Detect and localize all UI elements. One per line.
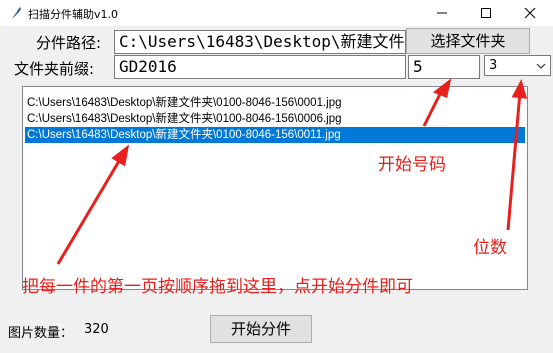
start-number-annotation: 开始号码 <box>378 155 446 175</box>
annotation-arrows <box>56 78 528 265</box>
arrow-digits <box>506 91 522 231</box>
image-count-label: 图片数量： <box>8 326 74 341</box>
start-split-button[interactable]: 开始分件 <box>210 315 312 343</box>
image-count-value: 320 <box>84 322 109 337</box>
instruction-annotation: 把每一件的第一页按顺序拖到这里，点开始分件即可 <box>22 277 413 297</box>
digits-annotation: 位数 <box>473 238 507 258</box>
arrow-list <box>56 155 124 265</box>
